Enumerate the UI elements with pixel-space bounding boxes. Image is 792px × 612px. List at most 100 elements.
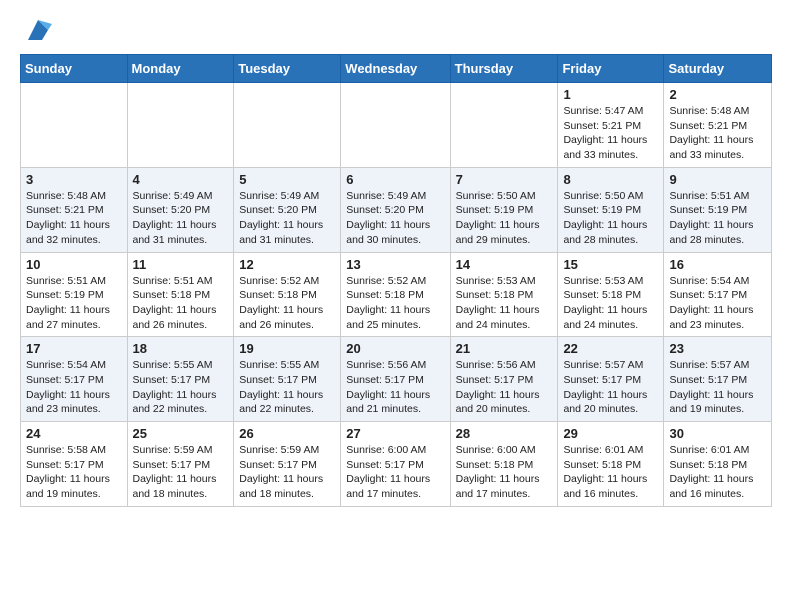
day-number: 6 (346, 172, 444, 187)
day-info: Sunrise: 5:56 AMSunset: 5:17 PMDaylight:… (346, 358, 444, 417)
day-number: 20 (346, 341, 444, 356)
weekday-header-tuesday: Tuesday (234, 55, 341, 83)
day-number: 11 (133, 257, 229, 272)
day-info: Sunrise: 5:53 AMSunset: 5:18 PMDaylight:… (456, 274, 553, 333)
day-number: 8 (563, 172, 658, 187)
day-number: 10 (26, 257, 122, 272)
day-info: Sunrise: 6:00 AMSunset: 5:18 PMDaylight:… (456, 443, 553, 502)
calendar-cell (21, 83, 128, 168)
calendar-cell: 16 Sunrise: 5:54 AMSunset: 5:17 PMDayligh… (664, 252, 772, 337)
day-info: Sunrise: 5:56 AMSunset: 5:17 PMDaylight:… (456, 358, 553, 417)
calendar-cell: 24 Sunrise: 5:58 AMSunset: 5:17 PMDayligh… (21, 422, 128, 507)
logo (20, 16, 52, 44)
day-number: 3 (26, 172, 122, 187)
calendar-week-5: 24 Sunrise: 5:58 AMSunset: 5:17 PMDayligh… (21, 422, 772, 507)
calendar-cell: 9 Sunrise: 5:51 AMSunset: 5:19 PMDaylight… (664, 167, 772, 252)
calendar-cell: 12Sunrise: 5:52 AMSunset: 5:18 PMDayligh… (234, 252, 341, 337)
calendar-cell (127, 83, 234, 168)
calendar-cell: 28 Sunrise: 6:00 AMSunset: 5:18 PMDayligh… (450, 422, 558, 507)
day-info: Sunrise: 5:49 AMSunset: 5:20 PMDaylight:… (346, 189, 444, 248)
day-number: 16 (669, 257, 766, 272)
day-info: Sunrise: 5:50 AMSunset: 5:19 PMDaylight:… (456, 189, 553, 248)
day-number: 15 (563, 257, 658, 272)
day-info: Sunrise: 5:48 AMSunset: 5:21 PMDaylight:… (26, 189, 122, 248)
day-number: 28 (456, 426, 553, 441)
day-info: Sunrise: 5:52 AMSunset: 5:18 PMDaylight:… (346, 274, 444, 333)
weekday-header-monday: Monday (127, 55, 234, 83)
day-info: Sunrise: 5:59 AMSunset: 5:17 PMDaylight:… (133, 443, 229, 502)
weekday-header-sunday: Sunday (21, 55, 128, 83)
day-info: Sunrise: 5:57 AMSunset: 5:17 PMDaylight:… (563, 358, 658, 417)
day-number: 17 (26, 341, 122, 356)
calendar-cell: 22 Sunrise: 5:57 AMSunset: 5:17 PMDayligh… (558, 337, 664, 422)
calendar-cell: 14 Sunrise: 5:53 AMSunset: 5:18 PMDayligh… (450, 252, 558, 337)
day-info: Sunrise: 6:01 AMSunset: 5:18 PMDaylight:… (563, 443, 658, 502)
day-info: Sunrise: 5:51 AMSunset: 5:19 PMDaylight:… (26, 274, 122, 333)
calendar-cell: 29 Sunrise: 6:01 AMSunset: 5:18 PMDayligh… (558, 422, 664, 507)
day-info: Sunrise: 5:49 AMSunset: 5:20 PMDaylight:… (239, 189, 335, 248)
day-number: 13 (346, 257, 444, 272)
calendar-cell: 25 Sunrise: 5:59 AMSunset: 5:17 PMDayligh… (127, 422, 234, 507)
calendar-week-4: 17 Sunrise: 5:54 AMSunset: 5:17 PMDayligh… (21, 337, 772, 422)
day-info: Sunrise: 5:51 AMSunset: 5:18 PMDaylight:… (133, 274, 229, 333)
calendar-cell: 3 Sunrise: 5:48 AMSunset: 5:21 PMDaylight… (21, 167, 128, 252)
day-info: Sunrise: 5:47 AMSunset: 5:21 PMDaylight:… (563, 104, 658, 163)
calendar-cell: 13 Sunrise: 5:52 AMSunset: 5:18 PMDayligh… (341, 252, 450, 337)
calendar-cell: 18Sunrise: 5:55 AMSunset: 5:17 PMDayligh… (127, 337, 234, 422)
calendar-cell: 8 Sunrise: 5:50 AMSunset: 5:19 PMDaylight… (558, 167, 664, 252)
day-number: 19 (239, 341, 335, 356)
page: SundayMondayTuesdayWednesdayThursdayFrid… (0, 0, 792, 523)
day-number: 4 (133, 172, 229, 187)
calendar-week-2: 3 Sunrise: 5:48 AMSunset: 5:21 PMDaylight… (21, 167, 772, 252)
calendar-cell: 15 Sunrise: 5:53 AMSunset: 5:18 PMDayligh… (558, 252, 664, 337)
weekday-header-friday: Friday (558, 55, 664, 83)
day-info: Sunrise: 5:55 AMSunset: 5:17 PMDaylight:… (239, 358, 335, 417)
day-info: Sunrise: 5:52 AMSunset: 5:18 PMDaylight:… (239, 274, 335, 333)
calendar-table: SundayMondayTuesdayWednesdayThursdayFrid… (20, 54, 772, 507)
calendar-cell: 17 Sunrise: 5:54 AMSunset: 5:17 PMDayligh… (21, 337, 128, 422)
calendar-cell: 11 Sunrise: 5:51 AMSunset: 5:18 PMDayligh… (127, 252, 234, 337)
header (20, 16, 772, 44)
calendar-cell: 27 Sunrise: 6:00 AMSunset: 5:17 PMDayligh… (341, 422, 450, 507)
day-number: 25 (133, 426, 229, 441)
day-info: Sunrise: 5:54 AMSunset: 5:17 PMDaylight:… (669, 274, 766, 333)
day-number: 27 (346, 426, 444, 441)
calendar-cell: 10 Sunrise: 5:51 AMSunset: 5:19 PMDayligh… (21, 252, 128, 337)
weekday-header-thursday: Thursday (450, 55, 558, 83)
calendar-cell: 1 Sunrise: 5:47 AMSunset: 5:21 PMDaylight… (558, 83, 664, 168)
weekday-header-wednesday: Wednesday (341, 55, 450, 83)
calendar-cell: 30Sunrise: 6:01 AMSunset: 5:18 PMDayligh… (664, 422, 772, 507)
day-number: 9 (669, 172, 766, 187)
calendar-cell: 21 Sunrise: 5:56 AMSunset: 5:17 PMDayligh… (450, 337, 558, 422)
day-info: Sunrise: 5:50 AMSunset: 5:19 PMDaylight:… (563, 189, 658, 248)
weekday-header-saturday: Saturday (664, 55, 772, 83)
calendar-cell: 7Sunrise: 5:50 AMSunset: 5:19 PMDaylight… (450, 167, 558, 252)
calendar-cell: 19 Sunrise: 5:55 AMSunset: 5:17 PMDayligh… (234, 337, 341, 422)
day-number: 24 (26, 426, 122, 441)
day-info: Sunrise: 5:54 AMSunset: 5:17 PMDaylight:… (26, 358, 122, 417)
calendar-cell: 6 Sunrise: 5:49 AMSunset: 5:20 PMDaylight… (341, 167, 450, 252)
day-info: Sunrise: 5:51 AMSunset: 5:19 PMDaylight:… (669, 189, 766, 248)
day-info: Sunrise: 6:00 AMSunset: 5:17 PMDaylight:… (346, 443, 444, 502)
day-number: 22 (563, 341, 658, 356)
calendar-cell (450, 83, 558, 168)
day-number: 14 (456, 257, 553, 272)
calendar-week-1: 1 Sunrise: 5:47 AMSunset: 5:21 PMDaylight… (21, 83, 772, 168)
calendar-cell: 20 Sunrise: 5:56 AMSunset: 5:17 PMDayligh… (341, 337, 450, 422)
logo-icon (24, 16, 52, 44)
calendar-cell: 5Sunrise: 5:49 AMSunset: 5:20 PMDaylight… (234, 167, 341, 252)
calendar-cell: 23Sunrise: 5:57 AMSunset: 5:17 PMDayligh… (664, 337, 772, 422)
day-info: Sunrise: 5:58 AMSunset: 5:17 PMDaylight:… (26, 443, 122, 502)
day-info: Sunrise: 5:57 AMSunset: 5:17 PMDaylight:… (669, 358, 766, 417)
calendar-cell (341, 83, 450, 168)
day-info: Sunrise: 5:55 AMSunset: 5:17 PMDaylight:… (133, 358, 229, 417)
calendar-cell (234, 83, 341, 168)
day-info: Sunrise: 5:49 AMSunset: 5:20 PMDaylight:… (133, 189, 229, 248)
day-number: 1 (563, 87, 658, 102)
calendar-cell: 26Sunrise: 5:59 AMSunset: 5:17 PMDayligh… (234, 422, 341, 507)
day-number: 30 (669, 426, 766, 441)
day-info: Sunrise: 5:53 AMSunset: 5:18 PMDaylight:… (563, 274, 658, 333)
day-number: 29 (563, 426, 658, 441)
day-number: 21 (456, 341, 553, 356)
calendar-cell: 2Sunrise: 5:48 AMSunset: 5:21 PMDaylight… (664, 83, 772, 168)
